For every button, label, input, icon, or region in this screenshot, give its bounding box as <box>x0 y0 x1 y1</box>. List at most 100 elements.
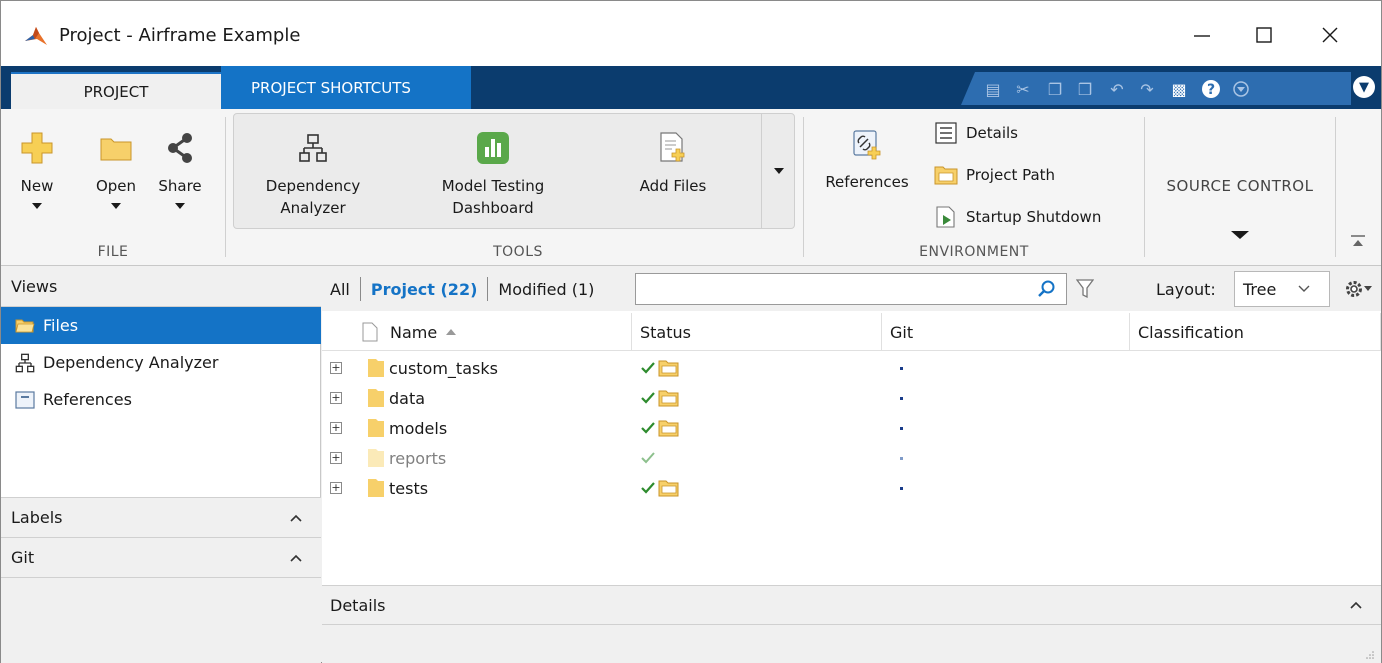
minimize-icon <box>1194 35 1210 37</box>
tab-project[interactable]: PROJECT <box>11 72 221 109</box>
git-header-label: Git <box>11 548 35 567</box>
chevron-down-icon <box>111 203 121 209</box>
status-cell <box>640 388 680 408</box>
switch-windows-icon[interactable]: ▩ <box>1169 79 1189 99</box>
details-panel-header[interactable]: Details <box>322 585 1381 625</box>
path-folder-icon <box>934 163 958 187</box>
open-button[interactable]: Open <box>93 129 139 209</box>
minimize-button[interactable] <box>1179 15 1225 55</box>
gear-icon <box>1346 281 1362 297</box>
add-files-button[interactable]: Add Files <box>613 129 733 197</box>
ribbon-options-icon[interactable]: ▼ <box>1353 76 1375 98</box>
search-icon <box>1038 280 1055 297</box>
dependency-analyzer-button[interactable]: Dependency Analyzer <box>253 129 373 219</box>
ribbon-divider <box>225 117 226 257</box>
chevron-up-icon <box>290 514 302 522</box>
project-folder-icon <box>658 390 679 407</box>
add-files-icon <box>654 129 692 167</box>
table-row[interactable]: + data <box>322 383 1381 413</box>
expand-icon[interactable]: + <box>330 422 342 434</box>
project-path-button[interactable]: Project Path <box>934 163 1055 187</box>
model-testing-dashboard-button[interactable]: Model Testing Dashboard <box>413 129 573 219</box>
save-icon[interactable]: ▤ <box>983 79 1003 99</box>
filter-funnel-icon <box>1076 279 1094 299</box>
table-row[interactable]: + reports <box>322 443 1381 473</box>
table-header: Name Status Git Classification <box>322 313 1381 351</box>
column-header-status[interactable]: Status <box>632 313 882 351</box>
git-section-header[interactable]: Git <box>1 537 321 577</box>
collapse-ribbon-button[interactable] <box>1350 233 1366 247</box>
expand-icon[interactable]: + <box>330 392 342 404</box>
project-path-label: Project Path <box>966 166 1056 184</box>
git-status-dot <box>900 366 903 370</box>
table-row[interactable]: + custom_tasks <box>322 353 1381 383</box>
hierarchy-icon <box>294 129 332 167</box>
table-row[interactable]: + models <box>322 413 1381 443</box>
folder-icon <box>368 359 384 377</box>
folder-icon <box>97 129 135 167</box>
view-item-files[interactable]: Files <box>1 307 321 344</box>
resize-grip-icon[interactable] <box>1365 650 1375 660</box>
qat-options-icon[interactable] <box>1231 79 1251 99</box>
title-bar: Project - Airframe Example <box>1 1 1381 66</box>
layout-select[interactable]: Tree <box>1234 271 1330 307</box>
share-button[interactable]: Share <box>157 129 203 209</box>
column-label: Status <box>640 322 691 342</box>
sort-ascending-icon <box>446 329 457 335</box>
source-control-group[interactable]: SOURCE CONTROL <box>1145 109 1335 266</box>
maximize-icon <box>1256 27 1272 43</box>
view-item-references[interactable]: References <box>1 381 321 418</box>
paste-icon[interactable]: ❒ <box>1075 79 1095 99</box>
maximize-button[interactable] <box>1241 15 1287 55</box>
column-header-name[interactable]: Name <box>322 313 632 351</box>
column-header-git[interactable]: Git <box>882 313 1130 351</box>
left-pane: Views Files Dependency Analyzer Referenc… <box>1 267 321 663</box>
references-button[interactable]: References <box>812 125 922 193</box>
views-header: Views <box>1 267 321 307</box>
git-status-dot <box>900 426 903 430</box>
ribbon-divider <box>1335 117 1336 257</box>
tab-project-shortcuts[interactable]: PROJECT SHORTCUTS <box>221 66 471 109</box>
filter-all[interactable]: All <box>322 280 360 299</box>
svg-text:?: ? <box>1207 82 1215 98</box>
filter-modified[interactable]: Modified (1) <box>488 280 604 299</box>
search-button[interactable] <box>1032 275 1062 303</box>
view-item-label: References <box>43 390 132 409</box>
labels-section-header[interactable]: Labels <box>1 497 321 537</box>
environment-group: References Details Project Path Startup … <box>804 109 1144 266</box>
cut-icon[interactable]: ✂ <box>1013 79 1033 99</box>
redo-icon[interactable]: ↷ <box>1137 79 1157 99</box>
tools-more-button[interactable] <box>761 113 795 229</box>
file-name: data <box>389 388 426 408</box>
tools-group-label: TOOLS <box>493 244 543 260</box>
checkmark-icon <box>641 392 655 404</box>
status-cell <box>640 358 680 378</box>
help-icon[interactable]: ? <box>1201 79 1221 99</box>
copy-icon[interactable]: ❐ <box>1045 79 1065 99</box>
undo-icon[interactable]: ↶ <box>1107 79 1127 99</box>
chevron-up-icon <box>290 554 302 562</box>
view-item-dependency-analyzer[interactable]: Dependency Analyzer <box>1 344 321 381</box>
column-header-classification[interactable]: Classification <box>1130 313 1381 351</box>
table-row[interactable]: + tests <box>322 473 1381 503</box>
view-settings-button[interactable] <box>1344 277 1376 301</box>
expand-icon[interactable]: + <box>330 362 342 374</box>
startup-shutdown-button[interactable]: Startup Shutdown <box>934 205 1101 229</box>
project-folder-icon <box>658 360 679 377</box>
new-button[interactable]: New <box>17 129 57 209</box>
chevron-up-icon <box>1350 601 1362 609</box>
checkmark-icon <box>641 482 655 494</box>
expand-icon[interactable]: + <box>330 452 342 464</box>
folder-icon <box>368 389 384 407</box>
ribbon: New Open Share FILE Dependency Analyzer … <box>1 109 1381 266</box>
filter-project[interactable]: Project (22) <box>361 280 488 299</box>
search-input[interactable] <box>635 273 1067 305</box>
filter-button[interactable] <box>1072 275 1098 303</box>
layout-label: Layout: <box>1156 280 1216 299</box>
file-icon <box>362 322 378 342</box>
details-button[interactable]: Details <box>934 121 1018 145</box>
close-button[interactable] <box>1307 15 1353 55</box>
expand-icon[interactable]: + <box>330 482 342 494</box>
share-label: Share <box>158 177 202 195</box>
status-cell <box>640 418 680 438</box>
